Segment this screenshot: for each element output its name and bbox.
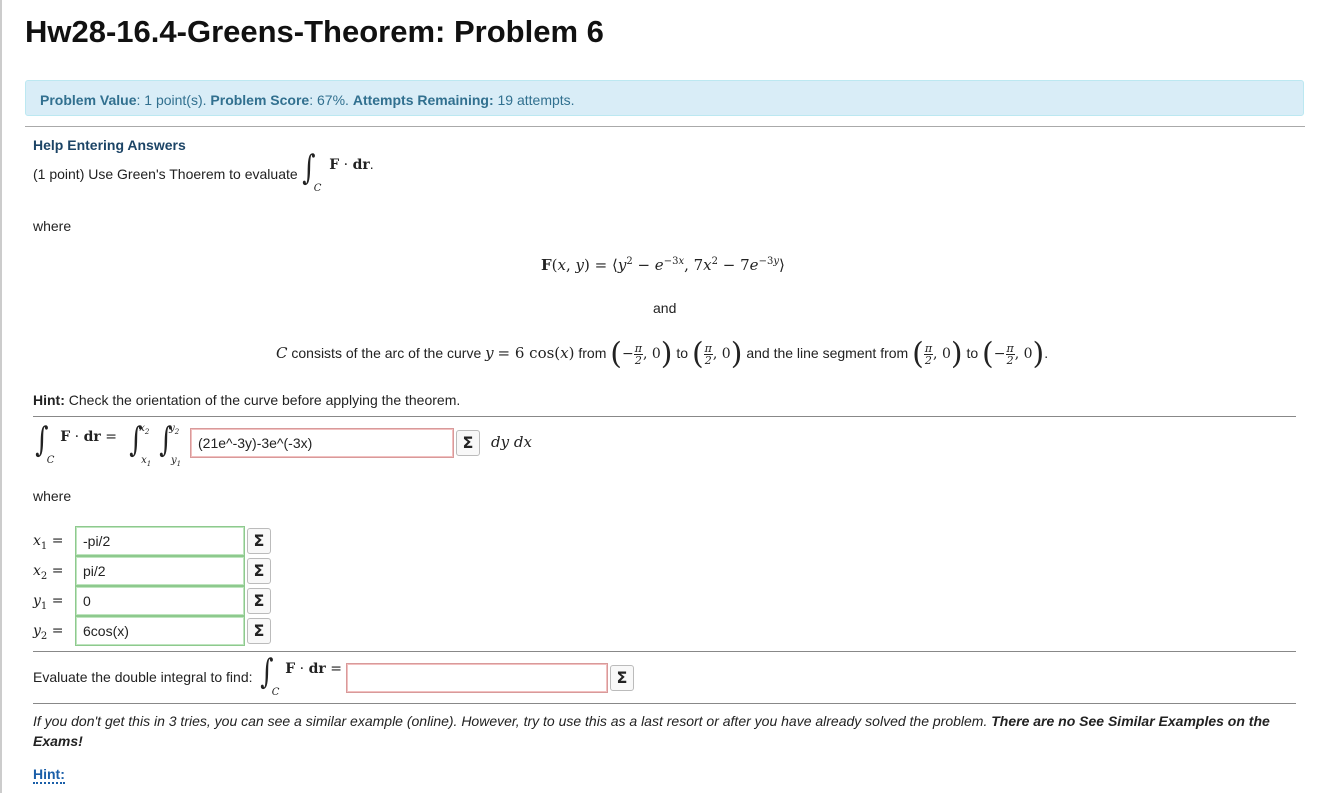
evaluate-integral-expression: ∫C F · dr = — [260, 652, 342, 698]
problem-status-bar: Problem Value: 1 point(s). Problem Score… — [25, 80, 1304, 116]
divider — [25, 126, 1305, 127]
divider — [33, 703, 1296, 704]
equation-editor-button[interactable]: Σ — [247, 588, 271, 614]
y2-input[interactable] — [75, 616, 245, 646]
problem-value-label: Problem Value — [40, 92, 137, 108]
x2-input[interactable] — [75, 556, 245, 586]
divider — [33, 416, 1296, 417]
double-integral-expression: ∫C F · dr = ∫x1x2 ∫y1y2 — [35, 420, 182, 468]
problem-intro: (1 point) Use Green's Thoerem to evaluat… — [33, 166, 298, 182]
problem-score-label: Problem Score — [210, 92, 310, 108]
to-label: to — [676, 345, 689, 361]
orientation-hint: Hint: Check the orientation of the curve… — [33, 392, 460, 408]
hint-label: Hint: — [33, 392, 65, 408]
and-label: and — [653, 300, 677, 316]
from-label: from — [578, 345, 607, 361]
where-label-2: where — [33, 488, 72, 504]
to-label-2: to — [966, 345, 979, 361]
where-label: where — [33, 218, 72, 234]
hint-text: Check the orientation of the curve befor… — [64, 392, 461, 408]
line-integral-expression: ∫C F · dr. — [302, 148, 374, 194]
page-title: Hw28-16.4-Greens-Theorem: Problem 6 — [25, 14, 604, 49]
x1-input[interactable] — [75, 526, 245, 556]
y2-label: y2 = — [33, 623, 64, 642]
equation-editor-button[interactable]: Σ — [247, 558, 271, 584]
integral-symbol: ∫ — [302, 148, 316, 188]
hint-link[interactable]: Hint: — [33, 766, 65, 784]
problem-value: : 1 point(s). — [136, 92, 211, 108]
integrand-input[interactable] — [190, 428, 454, 458]
x1-label: x1 = — [33, 533, 64, 552]
evaluate-prompt: Evaluate the double integral to find: — [33, 669, 253, 685]
help-entering-answers-link[interactable]: Help Entering Answers — [33, 137, 186, 153]
divider — [33, 651, 1296, 652]
dy-dx-label: dy dx — [491, 433, 532, 451]
equation-editor-button[interactable]: Σ — [610, 665, 634, 691]
segment-text: and the line segment from — [746, 345, 909, 361]
left-border — [0, 0, 2, 793]
vector-field-formula: F(x, y) = ⟨y2 − e−3x, 7x2 − 7e−3y⟩ — [541, 256, 785, 274]
equation-editor-button[interactable]: Σ — [247, 528, 271, 554]
y1-input[interactable] — [75, 586, 245, 616]
final-answer-input[interactable] — [346, 663, 608, 693]
similar-note-text: If you don't get this in 3 tries, you ca… — [33, 713, 988, 729]
y1-label: y1 = — [33, 593, 64, 612]
problem-score: : 67%. — [309, 92, 353, 108]
attempts-remaining: 19 attempts. — [493, 92, 575, 108]
curve-description: C consists of the arc of the curve y = 6… — [276, 336, 1049, 372]
similar-example-note: If you don't get this in 3 tries, you ca… — [33, 711, 1298, 751]
equation-editor-button[interactable]: Σ — [247, 618, 271, 644]
curve-intro-text: consists of the arc of the curve — [291, 345, 482, 361]
x2-label: x2 = — [33, 563, 64, 582]
attempts-label: Attempts Remaining: — [352, 92, 494, 108]
equation-editor-button[interactable]: Σ — [456, 430, 480, 456]
